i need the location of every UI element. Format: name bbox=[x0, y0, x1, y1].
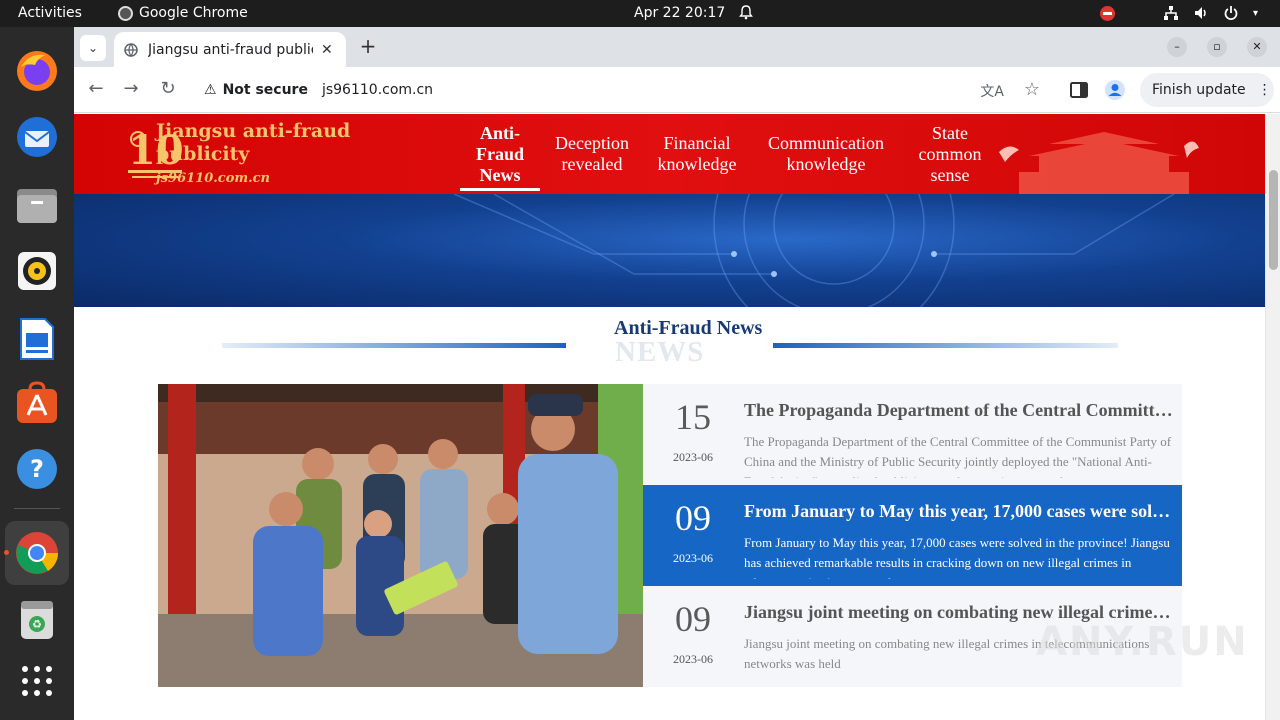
tray-menu-arrow-icon[interactable]: ▾ bbox=[1253, 8, 1258, 19]
volume-icon[interactable] bbox=[1193, 5, 1209, 21]
browser-toolbar: ← → ↻ ⚠ Not secure js96110.com.cn 文A ☆ F… bbox=[74, 67, 1280, 113]
news-item[interactable]: 15 2023-06 The Propaganda Department of … bbox=[643, 384, 1182, 485]
news-year-month: 2023-06 bbox=[673, 551, 713, 565]
thunderbird-icon[interactable] bbox=[13, 113, 61, 161]
ubuntu-software-icon[interactable] bbox=[13, 379, 61, 427]
svg-text:♻: ♻ bbox=[32, 618, 42, 631]
show-applications-icon[interactable] bbox=[13, 657, 61, 705]
scrollbar-thumb[interactable] bbox=[1269, 170, 1278, 270]
tab-close-icon[interactable]: ✕ bbox=[321, 42, 333, 58]
activities-button[interactable]: Activities bbox=[18, 5, 82, 21]
news-summary: From January to May this year, 17,000 ca… bbox=[744, 535, 1170, 579]
libreoffice-impress-icon[interactable] bbox=[13, 315, 61, 363]
featured-news-photo[interactable] bbox=[158, 384, 643, 687]
chevron-down-icon: ⌄ bbox=[87, 41, 99, 55]
bookmark-star-icon[interactable]: ☆ bbox=[1024, 79, 1040, 100]
nav-communication-knowledge[interactable]: Communication knowledge bbox=[750, 114, 902, 194]
close-window-button[interactable]: ✕ bbox=[1247, 37, 1267, 57]
system-top-bar: Activities Google Chrome Apr 22 20:17 ▾ bbox=[0, 0, 1280, 27]
page-scrollbar[interactable] bbox=[1265, 114, 1280, 720]
browser-window: ⌄ Jiangsu anti-fraud publicity ✕ + – ▫ ✕… bbox=[74, 27, 1280, 720]
news-day: 15 bbox=[675, 397, 711, 437]
news-year-month: 2023-06 bbox=[673, 450, 713, 464]
warning-icon[interactable]: ⚠ bbox=[204, 82, 217, 98]
anyrun-watermark: ANY.RUN bbox=[1036, 619, 1249, 665]
nav-anti-fraud-news[interactable]: Anti-Fraud News bbox=[460, 114, 540, 194]
forward-button[interactable]: → bbox=[120, 79, 142, 101]
files-icon[interactable] bbox=[13, 181, 61, 229]
circuit-graphic bbox=[453, 194, 1175, 307]
profile-avatar-icon[interactable] bbox=[1104, 79, 1126, 101]
news-day: 09 bbox=[675, 498, 711, 538]
tab-search-button[interactable]: ⌄ bbox=[80, 35, 106, 61]
section-subtitle: NEWS bbox=[615, 336, 705, 368]
news-summary: The Propaganda Department of the Central… bbox=[744, 434, 1172, 478]
nav-financial-knowledge[interactable]: Financial knowledge bbox=[644, 114, 750, 194]
page-viewport: 100 Jiangsu anti-fraud publicity js96110… bbox=[74, 114, 1280, 720]
active-tab[interactable]: Jiangsu anti-fraud publicity ✕ bbox=[114, 32, 346, 67]
hero-banner bbox=[74, 194, 1265, 307]
news-item-active[interactable]: 09 2023-06 From January to May this year… bbox=[643, 485, 1182, 586]
new-tab-button[interactable]: + bbox=[356, 35, 380, 59]
clock[interactable]: Apr 22 20:17 bbox=[634, 5, 725, 21]
finish-update-button[interactable]: Finish update ⋮ bbox=[1140, 73, 1274, 107]
site-domain: js96110.com.cn bbox=[156, 171, 271, 186]
dock: ? ♻ bbox=[0, 27, 74, 720]
nav-state-common-sense[interactable]: State common sense bbox=[902, 114, 998, 194]
news-headline[interactable]: The Propaganda Department of the Central… bbox=[744, 400, 1176, 421]
system-tray[interactable]: ▾ bbox=[1099, 5, 1258, 21]
network-icon[interactable] bbox=[1163, 5, 1179, 21]
title-rule-right bbox=[773, 343, 1118, 348]
main-nav: Anti-Fraud News Deception revealed Finan… bbox=[460, 114, 998, 194]
site-name[interactable]: Jiangsu anti-fraud publicity bbox=[156, 120, 366, 166]
svg-text:?: ? bbox=[30, 455, 44, 483]
translate-icon[interactable]: 文A bbox=[980, 81, 1004, 101]
maximize-button[interactable]: ▫ bbox=[1207, 37, 1227, 57]
power-icon[interactable] bbox=[1223, 5, 1239, 21]
kebab-menu-icon[interactable]: ⋮ bbox=[1258, 82, 1272, 98]
address-bar[interactable]: ⚠ Not secure js96110.com.cn 文A ☆ bbox=[192, 73, 1054, 107]
globe-icon bbox=[124, 42, 138, 57]
chrome-small-icon bbox=[118, 5, 133, 21]
tab-strip: ⌄ Jiangsu anti-fraud publicity ✕ + – ▫ ✕ bbox=[74, 27, 1280, 67]
nav-deception-revealed[interactable]: Deception revealed bbox=[540, 114, 644, 194]
firefox-icon[interactable] bbox=[13, 47, 61, 95]
help-icon[interactable]: ? bbox=[13, 445, 61, 493]
back-button[interactable]: ← bbox=[85, 79, 107, 101]
site-header: 100 Jiangsu anti-fraud publicity js96110… bbox=[74, 114, 1265, 194]
news-headline[interactable]: From January to May this year, 17,000 ca… bbox=[744, 501, 1176, 522]
rhythmbox-icon[interactable] bbox=[13, 247, 61, 295]
not-secure-label[interactable]: Not secure bbox=[223, 82, 308, 98]
tab-title: Jiangsu anti-fraud publicity bbox=[148, 41, 313, 58]
news-day: 09 bbox=[675, 599, 711, 639]
reload-button[interactable]: ↻ bbox=[157, 79, 179, 101]
chrome-icon[interactable] bbox=[13, 529, 61, 577]
url-text[interactable]: js96110.com.cn bbox=[322, 82, 433, 98]
trash-icon[interactable]: ♻ bbox=[13, 595, 61, 643]
news-year-month: 2023-06 bbox=[673, 652, 713, 666]
minimize-button[interactable]: – bbox=[1167, 37, 1187, 57]
tiananmen-decoration bbox=[999, 132, 1199, 194]
app-name: Google Chrome bbox=[139, 5, 248, 21]
title-rule-left bbox=[222, 343, 566, 348]
side-panel-icon[interactable] bbox=[1068, 79, 1090, 101]
app-menu[interactable]: Google Chrome bbox=[118, 5, 248, 21]
finish-update-label: Finish update bbox=[1152, 82, 1246, 98]
do-not-disturb-icon[interactable] bbox=[1099, 5, 1115, 21]
bell-icon bbox=[739, 5, 753, 20]
